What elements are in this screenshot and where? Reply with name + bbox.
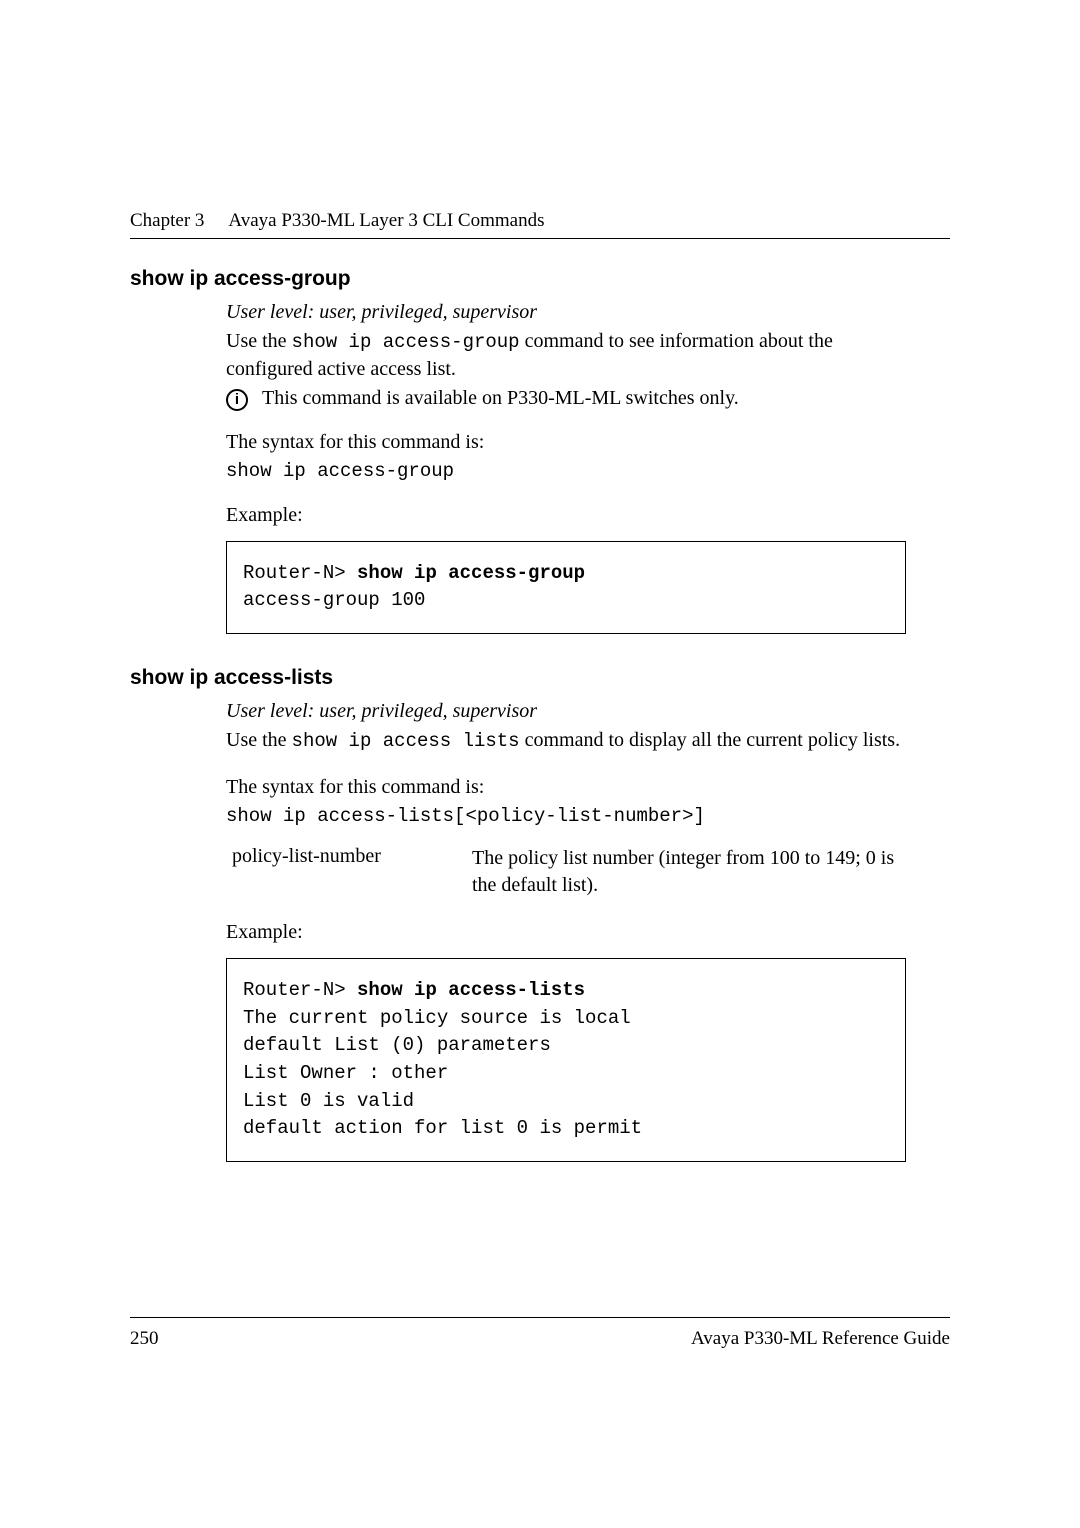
- chapter-title: Avaya P330-ML Layer 3 CLI Commands: [228, 210, 544, 232]
- use-prefix: Use the: [226, 729, 292, 751]
- example-label: Example:: [226, 921, 906, 944]
- footer-divider: [130, 1317, 950, 1318]
- syntax-command: show ip access-group: [226, 460, 906, 482]
- code-line: Router-N> show ip access-lists: [243, 977, 889, 1005]
- code-command: show ip access-group: [357, 562, 585, 584]
- info-note: i This command is available on P330-ML-M…: [226, 387, 906, 411]
- use-suffix: command to display all the current polic…: [520, 729, 900, 751]
- use-command: show ip access lists: [292, 730, 520, 752]
- use-description: Use the show ip access-group command to …: [226, 328, 906, 383]
- footer-row: 250 Avaya P330-ML Reference Guide: [130, 1328, 950, 1350]
- code-output: default action for list 0 is permit: [243, 1115, 889, 1143]
- code-line: Router-N> show ip access-group: [243, 560, 889, 588]
- example-label: Example:: [226, 504, 906, 527]
- code-prompt: Router-N>: [243, 562, 357, 584]
- section-heading-access-lists: show ip access-lists: [130, 666, 950, 690]
- code-example-access-group: Router-N> show ip access-group access-gr…: [226, 541, 906, 634]
- parameter-description: The policy list number (integer from 100…: [472, 845, 906, 899]
- header-divider: [130, 238, 950, 239]
- running-header: Chapter 3 Avaya P330-ML Layer 3 CLI Comm…: [130, 210, 950, 232]
- section-body-access-lists: User level: user, privileged, supervisor…: [226, 700, 906, 1162]
- code-command: show ip access-lists: [357, 979, 585, 1001]
- parameter-row: policy-list-number The policy list numbe…: [232, 845, 906, 899]
- code-output: The current policy source is local: [243, 1005, 889, 1033]
- document-title: Avaya P330-ML Reference Guide: [691, 1328, 950, 1350]
- use-prefix: Use the: [226, 330, 292, 352]
- syntax-label: The syntax for this command is:: [226, 429, 906, 456]
- syntax-command: show ip access-lists[<policy-list-number…: [226, 805, 906, 827]
- code-output: default List (0) parameters: [243, 1032, 889, 1060]
- page-content: Chapter 3 Avaya P330-ML Layer 3 CLI Comm…: [0, 0, 1080, 1162]
- code-prompt: Router-N>: [243, 979, 357, 1001]
- syntax-label: The syntax for this command is:: [226, 774, 906, 801]
- use-description: Use the show ip access lists command to …: [226, 727, 906, 755]
- page-number: 250: [130, 1328, 159, 1350]
- code-output: access-group 100: [243, 587, 889, 615]
- parameter-name: policy-list-number: [232, 845, 432, 899]
- section-body-access-group: User level: user, privileged, supervisor…: [226, 301, 906, 634]
- page-footer: 250 Avaya P330-ML Reference Guide: [130, 1317, 950, 1350]
- section-heading-access-group: show ip access-group: [130, 267, 950, 291]
- use-command: show ip access-group: [292, 331, 520, 353]
- note-text: This command is available on P330-ML-ML …: [262, 387, 739, 410]
- chapter-label: Chapter 3: [130, 210, 204, 232]
- code-output: List 0 is valid: [243, 1088, 889, 1116]
- code-example-access-lists: Router-N> show ip access-lists The curre…: [226, 958, 906, 1161]
- code-output: List Owner : other: [243, 1060, 889, 1088]
- info-icon: i: [226, 389, 248, 411]
- user-level-note: User level: user, privileged, supervisor: [226, 700, 906, 723]
- user-level-note: User level: user, privileged, supervisor: [226, 301, 906, 324]
